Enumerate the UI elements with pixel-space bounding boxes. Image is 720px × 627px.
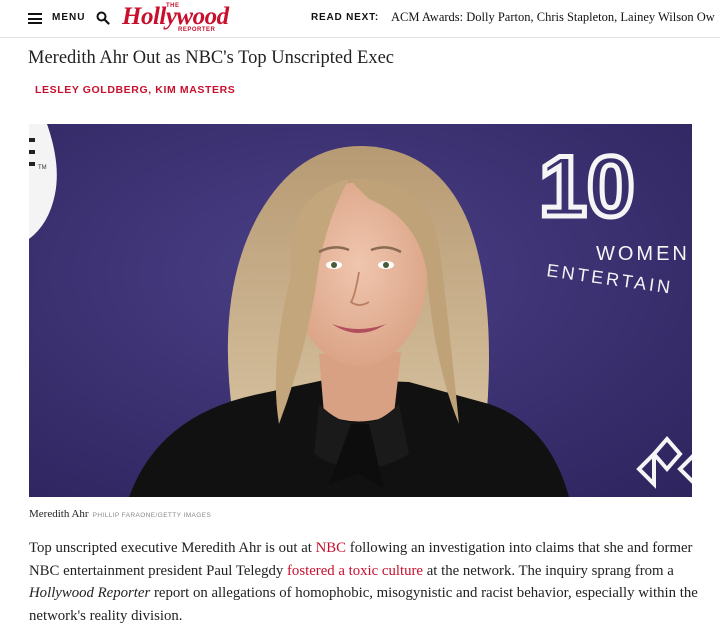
logo-reporter: REPORTER: [178, 27, 216, 33]
photo-caption: Meredith Ahr PHILLIP FARAONE/GETTY IMAGES: [29, 504, 211, 522]
site-header: MENU THE Hollywood REPORTER READ NEXT: A…: [0, 0, 720, 38]
backdrop-number: 10: [539, 139, 635, 235]
backdrop-line1: WOMEN: [596, 243, 690, 265]
site-logo[interactable]: THE Hollywood REPORTER: [122, 3, 229, 33]
menu-button[interactable]: MENU: [52, 12, 85, 23]
body-text: Top unscripted executive Meredith Ahr is…: [29, 540, 316, 556]
caption-text: Meredith Ahr: [29, 508, 89, 520]
author-link[interactable]: LESLEY GOLDBERG: [35, 84, 148, 96]
photo-illustration: TM 10 WOMEN ENTERTAIN: [29, 124, 692, 497]
body-text: at the network. The inquiry sprang from …: [423, 562, 674, 579]
logo-the: THE: [166, 3, 180, 9]
nbc-link[interactable]: NBC: [316, 540, 346, 556]
publication-name: Hollywood Reporter: [29, 585, 151, 601]
backdrop-tm: TM: [38, 165, 47, 171]
article-byline: LESLEY GOLDBERG, KIM MASTERS: [35, 84, 235, 96]
read-next-link[interactable]: ACM Awards: Dolly Parton, Chris Stapleto…: [391, 10, 715, 25]
article-headline: Meredith Ahr Out as NBC's Top Unscripted…: [28, 48, 394, 68]
author-link[interactable]: KIM MASTERS: [155, 84, 235, 96]
read-next-label: READ NEXT:: [311, 12, 380, 23]
toxic-culture-link[interactable]: fostered a toxic culture: [287, 563, 423, 579]
article-body-paragraph: Top unscripted executive Meredith Ahr is…: [29, 537, 719, 627]
search-icon[interactable]: [96, 11, 110, 25]
photo-credit: PHILLIP FARAONE/GETTY IMAGES: [92, 512, 212, 519]
hamburger-menu-icon[interactable]: [28, 13, 42, 24]
article-photo: TM 10 WOMEN ENTERTAIN: [29, 124, 692, 497]
